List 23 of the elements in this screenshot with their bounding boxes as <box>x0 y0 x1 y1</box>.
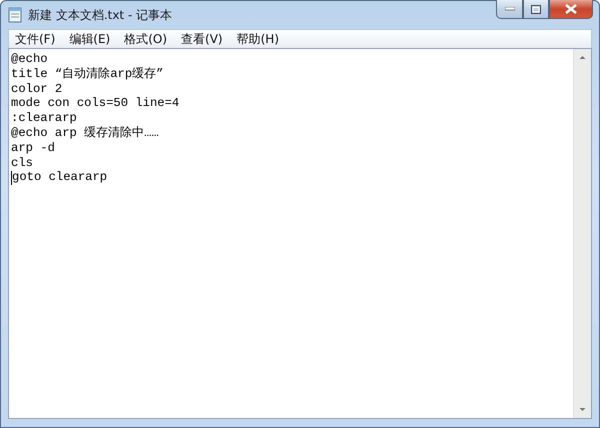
text-line: :cleararp <box>11 111 77 126</box>
maximize-button[interactable] <box>523 0 549 19</box>
menu-item[interactable]: 格式(O) <box>118 30 176 48</box>
text-line: @echo arp 缓存清除中…… <box>11 126 159 141</box>
close-button[interactable] <box>549 0 593 19</box>
close-icon <box>565 4 577 14</box>
maximize-icon <box>531 4 541 14</box>
text-cursor <box>11 170 12 185</box>
text-line: cls <box>11 156 33 170</box>
notepad-icon <box>8 7 22 23</box>
text-line: color 2 <box>11 82 62 96</box>
text-line: title “自动清除arp缓存” <box>11 66 164 82</box>
menu-item[interactable]: 帮助(H) <box>230 30 287 48</box>
text-line: @echo <box>11 52 48 67</box>
menu-item[interactable]: 查看(V) <box>175 30 231 48</box>
menu-item[interactable]: 文件(F) <box>9 30 64 48</box>
minimize-icon <box>504 7 514 11</box>
minimize-button[interactable] <box>496 0 523 19</box>
text-line: goto cleararp <box>12 170 108 186</box>
window-title: 新建 文本文档.txt - 记事本 <box>28 6 172 24</box>
text-line: arp -d <box>11 140 55 156</box>
text-line: mode con cols=50 line=4 <box>11 96 180 112</box>
menu-item[interactable]: 编辑(E) <box>63 30 118 48</box>
